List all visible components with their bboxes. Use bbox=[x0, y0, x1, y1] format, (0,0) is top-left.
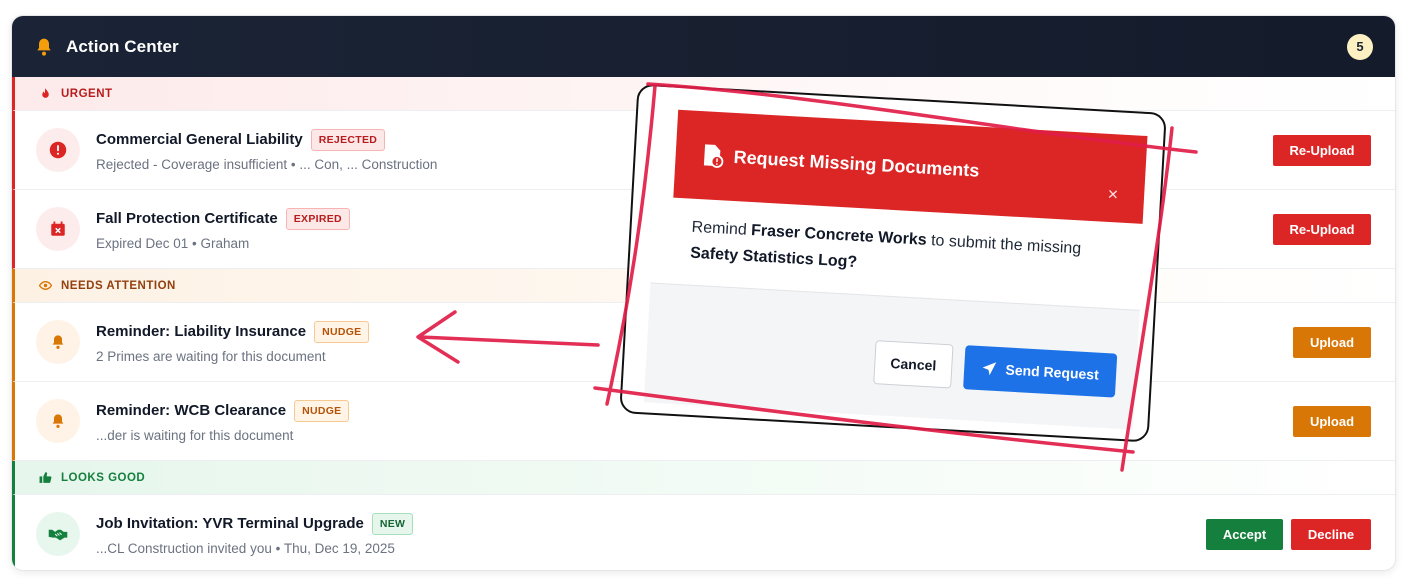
item-subtitle: ...der is waiting for this document bbox=[96, 427, 294, 443]
modal-footer: Cancel Send Request bbox=[643, 282, 1140, 430]
upload-button[interactable]: Upload bbox=[1293, 405, 1371, 437]
page-title: Action Center bbox=[66, 36, 179, 56]
item-title: Reminder: WCB Clearance bbox=[96, 402, 287, 419]
company-name: Fraser Concrete Works bbox=[750, 222, 928, 249]
item-title: Reminder: Liability Insurance bbox=[96, 323, 307, 340]
section-label: URGENT bbox=[61, 87, 113, 100]
modal-message: Remind Fraser Concrete Works to submit t… bbox=[689, 215, 1131, 291]
cancel-button[interactable]: Cancel bbox=[873, 340, 954, 389]
status-badge: REJECTED bbox=[310, 128, 386, 151]
document-alert-icon bbox=[703, 144, 724, 168]
decline-button[interactable]: Decline bbox=[1291, 518, 1371, 550]
message-text: to submit the missing bbox=[926, 231, 1082, 258]
flame-icon bbox=[42, 88, 49, 98]
re-upload-button[interactable]: Re-Upload bbox=[1273, 213, 1371, 245]
send-request-button[interactable]: Send Request bbox=[963, 345, 1118, 398]
eye-icon bbox=[39, 281, 52, 290]
calendar-x-icon bbox=[36, 207, 80, 251]
status-badge: NUDGE bbox=[294, 399, 350, 422]
action-center-header: Action Center 5 bbox=[12, 16, 1395, 77]
item-subtitle: Expired Dec 01 • Graham bbox=[96, 235, 250, 251]
modal-header: Request Missing Documents × bbox=[673, 109, 1148, 224]
bell-icon bbox=[37, 38, 51, 56]
alert-circle-icon bbox=[36, 128, 80, 172]
list-item: Job Invitation: YVR Terminal Upgrade NEW … bbox=[12, 495, 1395, 570]
re-upload-button[interactable]: Re-Upload bbox=[1273, 134, 1371, 166]
status-badge: NUDGE bbox=[314, 320, 370, 343]
item-subtitle: 2 Primes are waiting for this document bbox=[96, 348, 326, 364]
item-title: Fall Protection Certificate bbox=[96, 210, 278, 227]
status-badge: NEW bbox=[371, 512, 414, 535]
request-documents-modal: Request Missing Documents × Remind Frase… bbox=[619, 83, 1167, 443]
send-icon bbox=[982, 362, 997, 376]
status-badge: EXPIRED bbox=[285, 207, 350, 230]
modal-card: Request Missing Documents × Remind Frase… bbox=[619, 83, 1167, 443]
bell-icon bbox=[36, 320, 80, 364]
send-label: Send Request bbox=[1005, 361, 1100, 383]
item-subtitle: Rejected - Coverage insufficient • ... C… bbox=[96, 156, 438, 172]
item-title: Commercial General Liability bbox=[96, 131, 303, 148]
handshake-icon bbox=[36, 512, 80, 556]
accept-button[interactable]: Accept bbox=[1206, 518, 1283, 550]
bell-icon bbox=[36, 399, 80, 443]
document-name: Safety Statistics Log? bbox=[689, 244, 858, 271]
section-label: LOOKS GOOD bbox=[61, 471, 146, 484]
message-text: Remind bbox=[691, 218, 752, 240]
modal-title: Request Missing Documents bbox=[733, 146, 980, 181]
close-icon[interactable]: × bbox=[1107, 184, 1119, 206]
thumbs-up-icon bbox=[39, 472, 52, 483]
item-title: Job Invitation: YVR Terminal Upgrade bbox=[96, 515, 364, 532]
notification-count-badge: 5 bbox=[1347, 33, 1373, 60]
section-looks-good: LOOKS GOOD bbox=[12, 461, 1395, 495]
item-subtitle: ...CL Construction invited you • Thu, De… bbox=[96, 540, 395, 556]
section-label: NEEDS ATTENTION bbox=[61, 279, 176, 292]
upload-button[interactable]: Upload bbox=[1293, 326, 1371, 358]
